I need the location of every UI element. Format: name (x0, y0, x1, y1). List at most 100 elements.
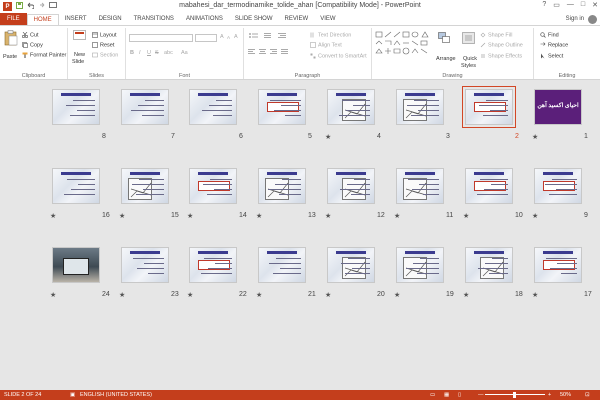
slide-thumbnail-22[interactable] (189, 247, 237, 283)
slide-thumbnail-3[interactable] (396, 89, 444, 125)
language-indicator[interactable]: ENGLISH (UNITED STATES) (80, 392, 152, 398)
transition-star-icon[interactable]: ★ (532, 212, 538, 220)
transition-star-icon[interactable]: ★ (394, 212, 400, 220)
replace-button[interactable]: Replace (540, 42, 568, 48)
transition-star-icon[interactable]: ★ (325, 133, 331, 141)
slide-thumbnail-5[interactable] (258, 89, 306, 125)
slide-thumbnail-13[interactable] (258, 168, 306, 204)
arrange-button[interactable]: Arrange (436, 56, 456, 62)
format-painter-button[interactable]: Format Painter (22, 52, 66, 58)
tab-design[interactable]: DESIGN (93, 14, 128, 25)
slide-thumbnail-9[interactable] (534, 168, 582, 204)
font-name-field[interactable] (129, 34, 193, 42)
find-button[interactable]: Find (540, 32, 559, 38)
quick-styles-button[interactable]: Quick (463, 56, 477, 62)
zoom-in-button[interactable]: + (548, 392, 551, 398)
shrink-font-button[interactable]: A (227, 35, 230, 40)
transition-star-icon[interactable]: ★ (532, 291, 538, 299)
ribbon-display-button[interactable]: ▭ (553, 1, 560, 9)
reading-view-icon[interactable]: ▯ (458, 392, 461, 398)
transition-star-icon[interactable]: ★ (187, 291, 193, 299)
new-slide-dropdown[interactable]: Slide (72, 59, 84, 65)
transition-star-icon[interactable]: ★ (325, 291, 331, 299)
slide-thumbnail-4[interactable] (327, 89, 375, 125)
change-case-button[interactable]: Aa (181, 50, 188, 56)
slide-thumbnail-21[interactable] (258, 247, 306, 283)
slide-thumbnail-7[interactable] (121, 89, 169, 125)
transition-star-icon[interactable]: ★ (394, 291, 400, 299)
underline-button[interactable]: U (147, 50, 151, 56)
avatar[interactable] (588, 15, 597, 24)
tab-transitions[interactable]: TRANSITIONS (128, 14, 180, 25)
help-button[interactable]: ? (542, 1, 546, 9)
text-shadow-button[interactable]: abc (164, 50, 173, 56)
transition-star-icon[interactable]: ★ (187, 212, 193, 220)
italic-button[interactable]: I (139, 50, 141, 56)
sign-in-link[interactable]: Sign in (566, 16, 584, 22)
slide-sorter-view-icon[interactable]: ▦ (444, 392, 449, 398)
paste-button[interactable]: Paste (3, 54, 17, 60)
cut-button[interactable]: Cut (21, 31, 39, 38)
transition-star-icon[interactable]: ★ (50, 212, 56, 220)
maximize-button[interactable]: □ (581, 1, 585, 9)
tab-animations[interactable]: ANIMATIONS (180, 14, 229, 25)
text-direction-button[interactable]: Text Direction (310, 32, 351, 38)
zoom-slider-thumb[interactable] (513, 392, 516, 398)
slide-thumbnail-1[interactable]: احیای اکسید آهن (534, 89, 582, 125)
select-button[interactable]: Select (540, 53, 563, 59)
transition-star-icon[interactable]: ★ (256, 212, 262, 220)
section-button[interactable]: Section (92, 52, 118, 58)
reset-button[interactable]: Reset (92, 42, 114, 48)
strikethrough-button[interactable]: S (155, 50, 159, 56)
quick-styles-icon[interactable] (462, 32, 475, 46)
minimize-button[interactable]: — (567, 1, 574, 9)
shapes-gallery[interactable] (375, 31, 433, 61)
layout-button[interactable]: Layout (92, 32, 117, 38)
shape-outline-button[interactable]: Shape Outline (480, 42, 523, 48)
slide-thumbnail-17[interactable] (534, 247, 582, 283)
slide-thumbnail-23[interactable] (121, 247, 169, 283)
slide-thumbnail-18[interactable] (465, 247, 513, 283)
slide-thumbnail-16[interactable] (52, 168, 100, 204)
quick-styles-dropdown[interactable]: Styles (461, 63, 476, 69)
copy-button[interactable]: Copy (22, 42, 43, 48)
align-text-button[interactable]: Align Text (310, 42, 342, 48)
slide-thumbnail-2[interactable] (462, 86, 516, 128)
transition-star-icon[interactable]: ★ (463, 212, 469, 220)
new-slide-button[interactable]: New (74, 52, 85, 58)
clear-formatting-button[interactable]: A (234, 34, 238, 40)
tab-file[interactable]: FILE (0, 13, 27, 25)
slide-thumbnail-8[interactable] (52, 89, 100, 125)
align-icons[interactable] (248, 48, 306, 57)
close-button[interactable]: ✕ (592, 1, 598, 9)
slide-thumbnail-12[interactable] (327, 168, 375, 204)
slide-thumbnail-10[interactable] (465, 168, 513, 204)
shape-fill-button[interactable]: Shape Fill (480, 32, 512, 38)
tab-review[interactable]: REVIEW (279, 14, 315, 25)
tab-home[interactable]: HOME (26, 14, 59, 25)
tab-view[interactable]: VIEW (314, 14, 341, 25)
grow-font-button[interactable]: A (220, 34, 224, 40)
tab-insert[interactable]: INSERT (59, 14, 93, 25)
fit-slide-icon[interactable]: ⊡ (585, 392, 590, 398)
zoom-out-button[interactable]: — (478, 392, 484, 398)
normal-view-icon[interactable]: ▭ (430, 392, 435, 398)
shape-effects-button[interactable]: Shape Effects (480, 53, 522, 59)
convert-smartart-button[interactable]: Convert to SmartArt (310, 53, 367, 59)
slide-thumbnail-20[interactable] (327, 247, 375, 283)
bullets-icon[interactable] (248, 32, 306, 41)
transition-star-icon[interactable]: ★ (532, 133, 538, 141)
transition-star-icon[interactable]: ★ (50, 291, 56, 299)
zoom-level[interactable]: 50% (560, 392, 571, 398)
slide-thumbnail-14[interactable] (189, 168, 237, 204)
transition-star-icon[interactable]: ★ (325, 212, 331, 220)
font-size-field[interactable] (195, 34, 217, 42)
slide-thumbnail-6[interactable] (189, 89, 237, 125)
new-slide-icon[interactable] (73, 30, 86, 44)
bold-button[interactable]: B (130, 50, 134, 56)
slide-thumbnail-24[interactable] (52, 247, 100, 283)
spellcheck-icon[interactable]: ▣ (70, 392, 75, 398)
transition-star-icon[interactable]: ★ (256, 291, 262, 299)
arrange-icon[interactable] (438, 32, 451, 46)
transition-star-icon[interactable]: ★ (119, 212, 125, 220)
